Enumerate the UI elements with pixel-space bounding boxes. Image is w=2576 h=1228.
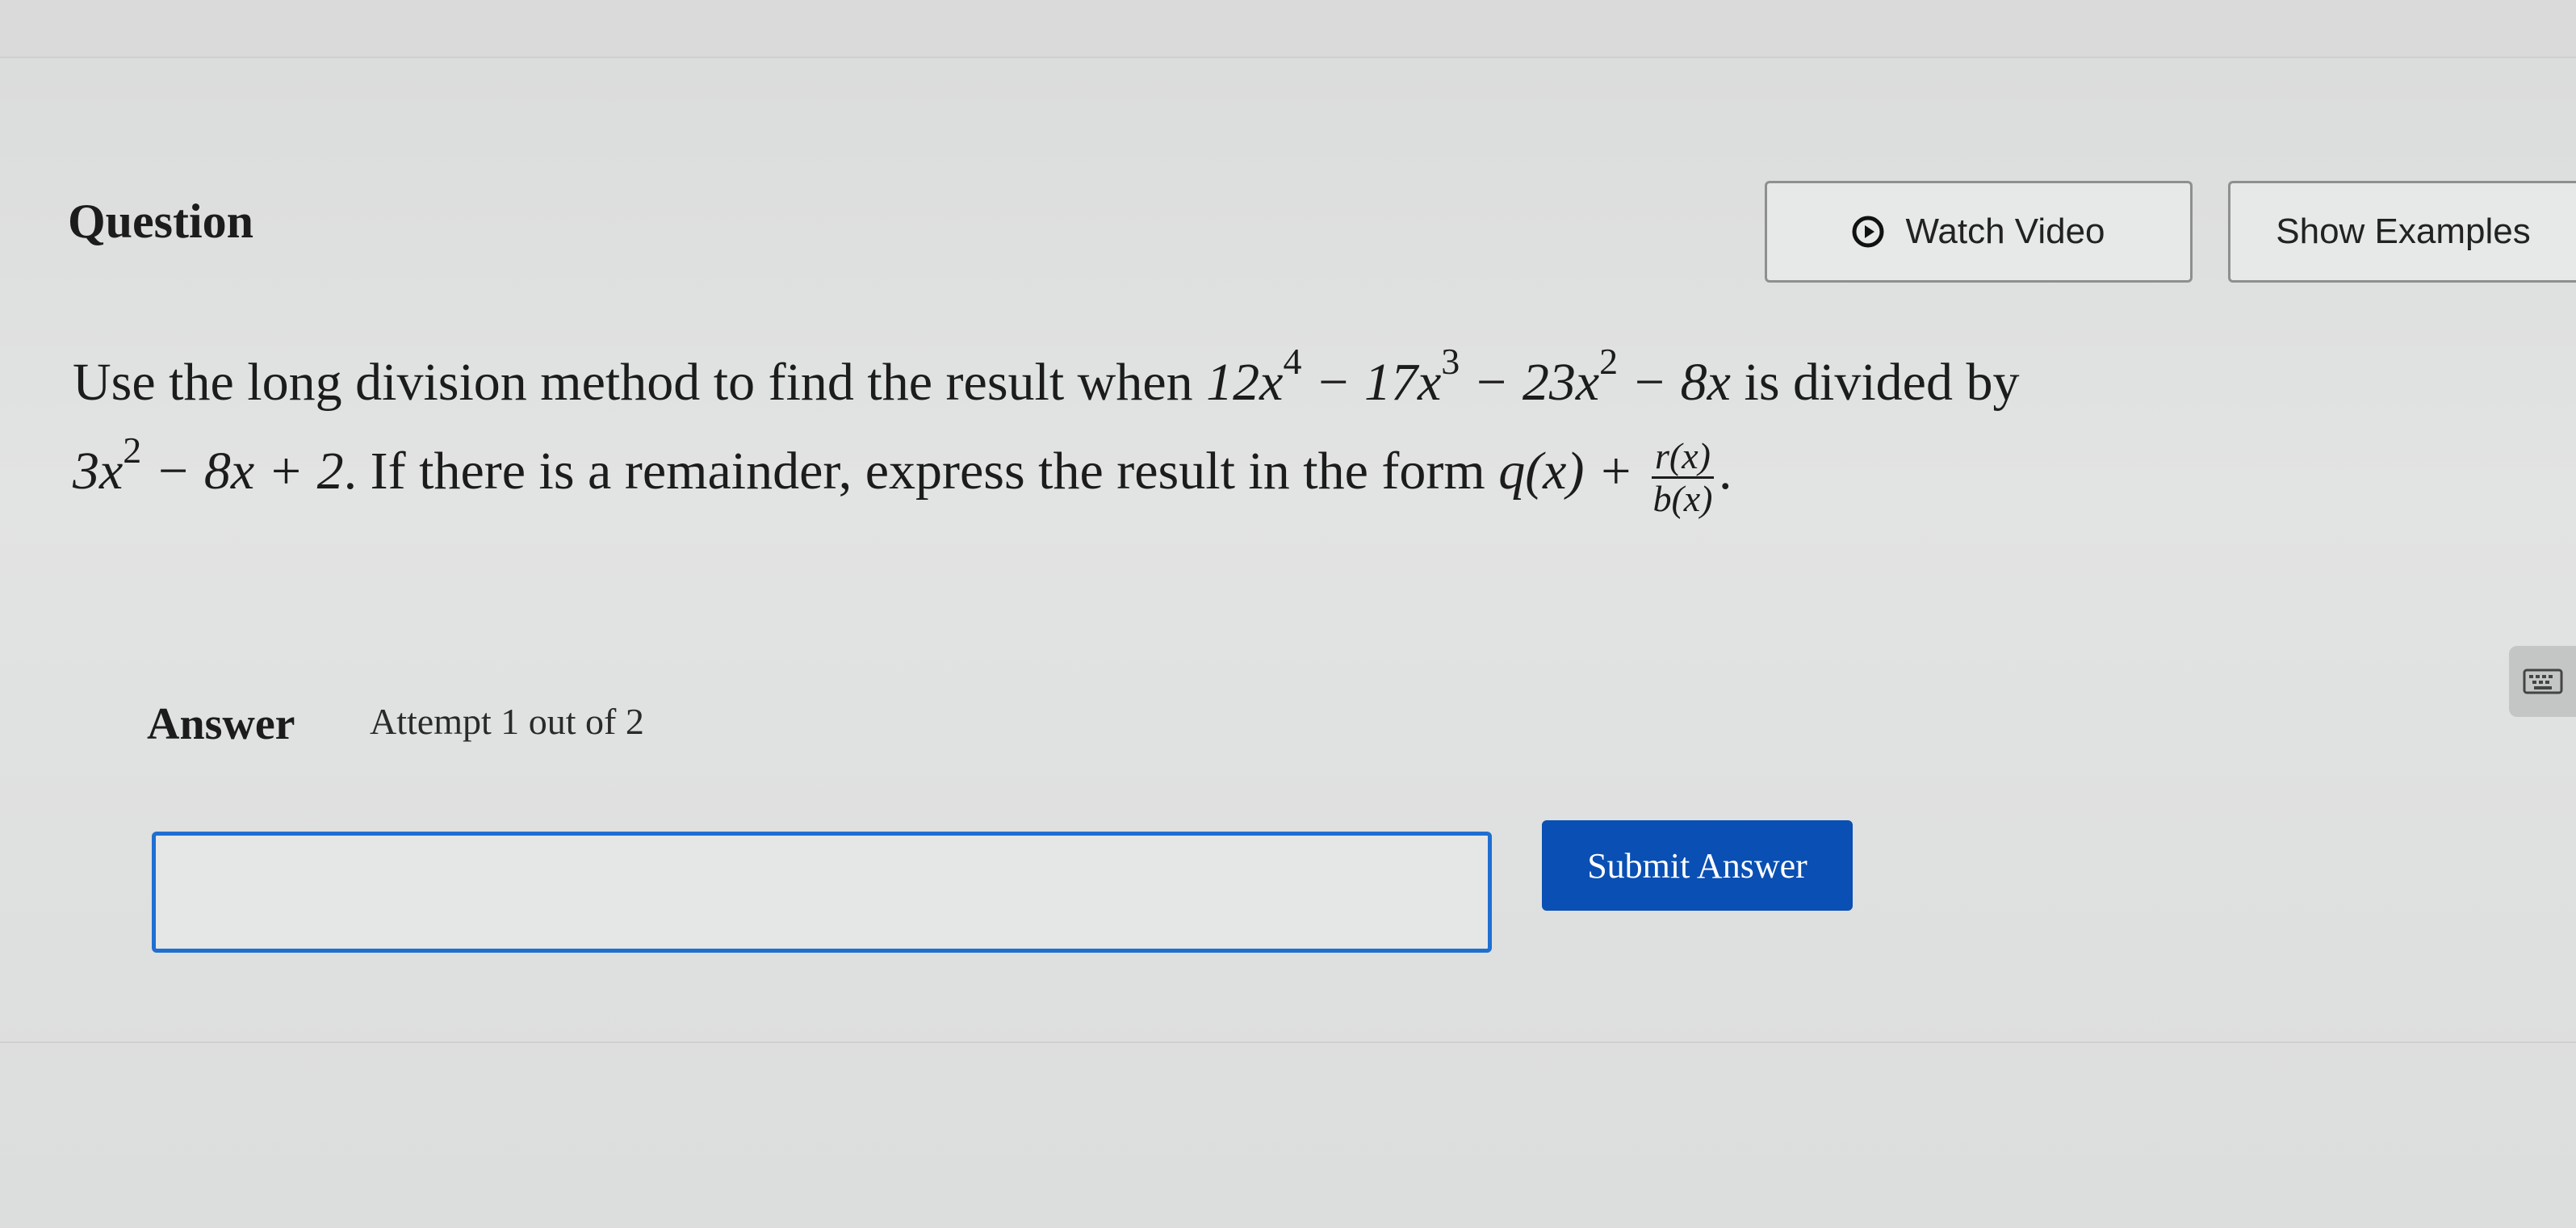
dividend-exp-1: 4: [1283, 341, 1302, 382]
problem-tail: . If there is a remainder, express the r…: [343, 442, 1499, 501]
question-title: Question: [68, 195, 254, 248]
divisor-exp-1: 2: [123, 430, 142, 471]
problem-mid: is divided by: [1730, 353, 2020, 412]
divisor-term-2: − 8x + 2: [141, 442, 344, 501]
problem-line-1: Use the long division method to find the…: [73, 343, 2019, 409]
dividend-term-2: − 17x: [1301, 353, 1442, 412]
fraction-denominator: b(x): [1652, 478, 1713, 519]
divisor-term-1: 3x: [73, 442, 124, 501]
answer-label: Answer: [147, 699, 295, 749]
dividend-term-3: − 23x: [1460, 353, 1600, 412]
remainder-fraction: r(x) b(x): [1651, 438, 1714, 519]
keyboard-toggle-button[interactable]: [2509, 646, 2576, 717]
show-examples-label: Show Examples: [2276, 212, 2531, 251]
play-circle-icon: [1852, 216, 1884, 248]
answer-input[interactable]: [152, 832, 1492, 953]
attempt-counter: Attempt 1 out of 2: [370, 701, 644, 742]
keyboard-icon: [2523, 668, 2562, 694]
dividend-exp-3: 2: [1599, 341, 1619, 382]
dividend-term-4: − 8x: [1618, 353, 1731, 412]
watch-video-button[interactable]: Watch Video: [1765, 181, 2193, 283]
problem-end: .: [1718, 442, 1732, 501]
submit-answer-button[interactable]: Submit Answer: [1542, 820, 1853, 911]
form-quotient: q(x) +: [1498, 442, 1647, 501]
dividend-exp-2: 3: [1441, 341, 1460, 382]
watch-video-label: Watch Video: [1905, 212, 2105, 251]
top-bar: [0, 0, 2576, 58]
problem-line-2: 3x2 − 8x + 2. If there is a remainder, e…: [73, 432, 1732, 518]
fraction-numerator: r(x): [1651, 438, 1714, 479]
show-examples-button[interactable]: Show Examples: [2228, 181, 2576, 283]
dividend-term-1: 12x: [1206, 353, 1284, 412]
problem-intro: Use the long division method to find the…: [73, 353, 1207, 412]
divider: [0, 1041, 2576, 1043]
page: Question Watch Video Show Examples Use t…: [0, 0, 2576, 1228]
